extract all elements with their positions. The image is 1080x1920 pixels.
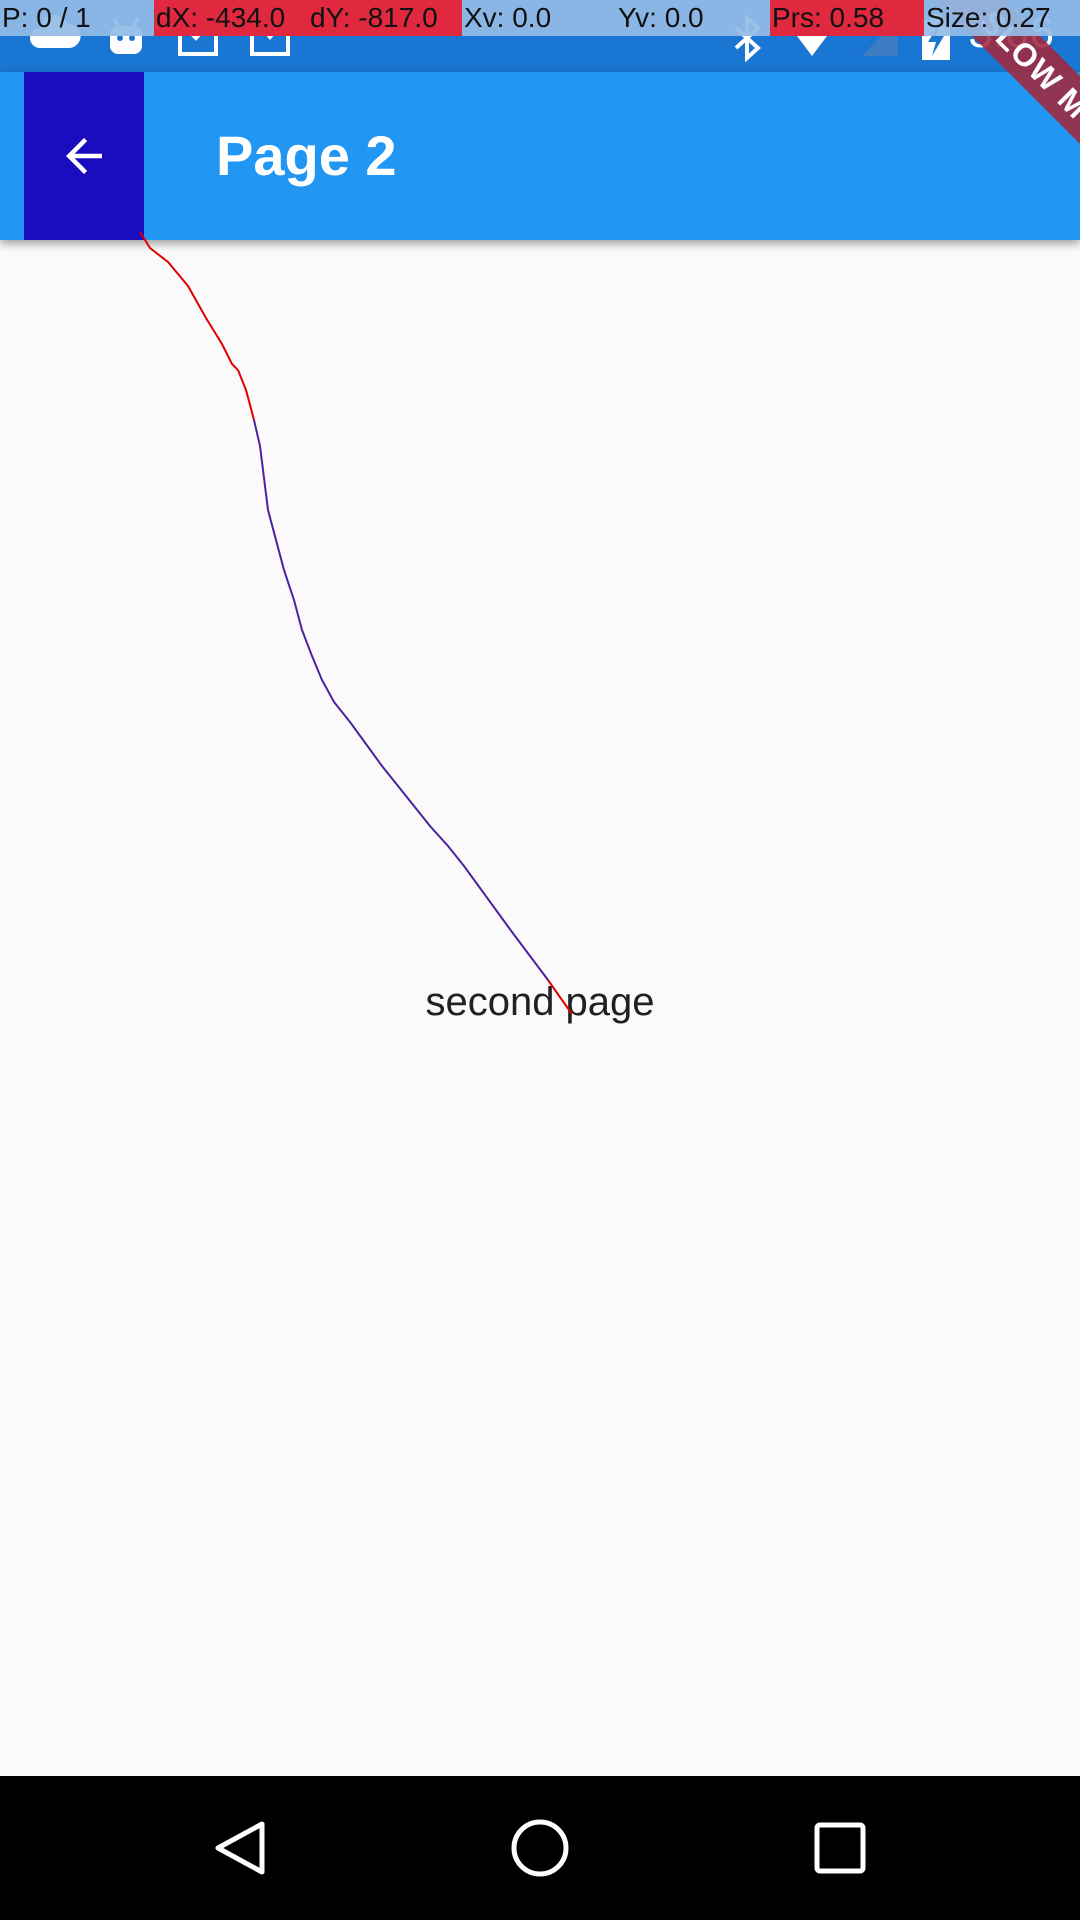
pointer-pressure: Prs: 0.58 — [770, 0, 924, 36]
pointer-dx: dX: -434.0 — [154, 0, 308, 36]
pointer-location-overlay: P: 0 / 1 dX: -434.0 dY: -817.0 Xv: 0.0 Y… — [0, 0, 1080, 36]
pointer-count: P: 0 / 1 — [2, 2, 91, 33]
touch-trail — [139, 231, 573, 1015]
touch-trail-red — [139, 231, 573, 1015]
pointer-yv: Yv: 0.0 — [618, 2, 704, 33]
pointer-size: Size: 0.27 — [926, 2, 1051, 33]
pointer-xv: Xv: 0.0 — [464, 2, 552, 33]
touch-trail-blue — [253, 419, 549, 981]
pointer-dy: dY: -817.0 — [308, 0, 462, 36]
